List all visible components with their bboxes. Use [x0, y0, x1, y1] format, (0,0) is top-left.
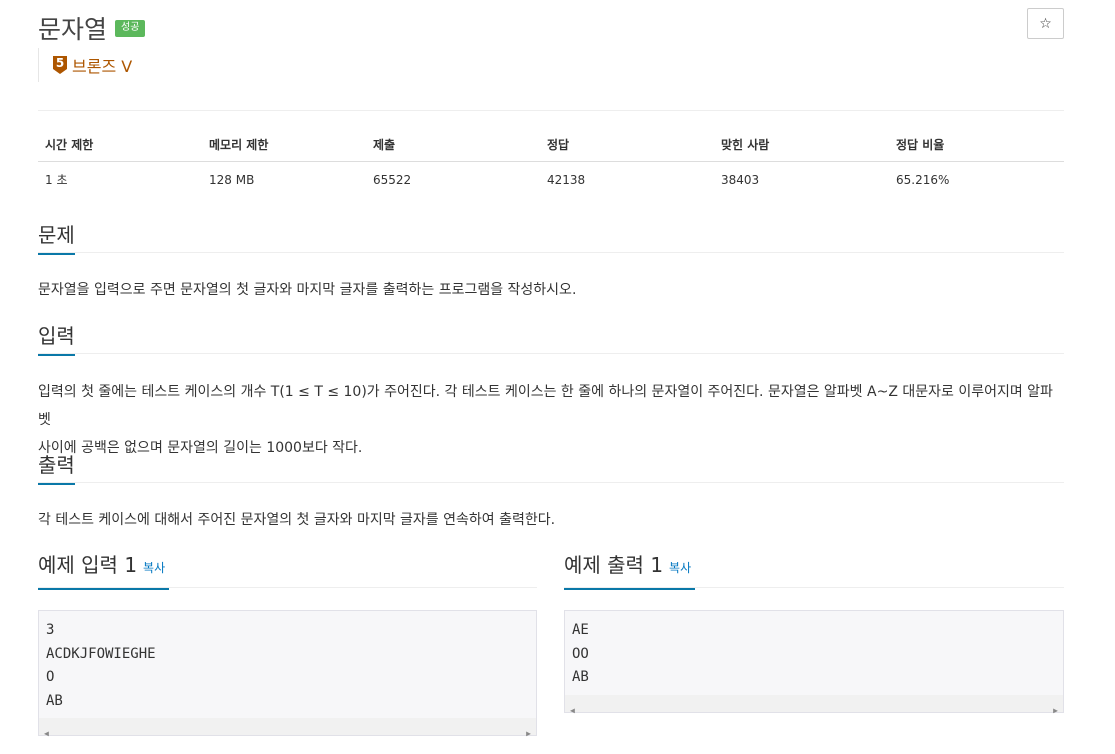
value-memory-limit: 128 MB	[209, 172, 255, 187]
tier-number: 5	[55, 56, 65, 70]
info-value-row: 1 초 128 MB 65522 42138 38403 65.216%	[38, 162, 1064, 198]
input-section-header: 입력	[38, 323, 1064, 356]
header-time-limit: 시간 제한	[38, 128, 202, 162]
sample-output-heading-wrap: 예제 출력 1 복사	[564, 553, 696, 590]
scroll-left-icon[interactable]: ◀	[570, 699, 575, 723]
code-line: AE	[572, 622, 589, 638]
tier-row[interactable]: 5 브론즈 V	[38, 48, 132, 82]
sample-output-header: 예제 출력 1 복사	[564, 552, 1064, 590]
horizontal-scrollbar[interactable]: ◀ ▶	[565, 694, 1063, 715]
problem-info-table: 시간 제한 메모리 제한 제출 정답 맞힌 사람 정답 비율 1 초 128 M…	[38, 128, 1064, 197]
sample-input-heading: 예제 입력 1	[38, 553, 138, 577]
favorite-button[interactable]: ☆	[1027, 8, 1064, 39]
value-submissions: 65522	[373, 172, 412, 187]
output-heading: 출력	[38, 453, 75, 485]
title-row: 문자열 성공	[38, 10, 146, 46]
divider	[38, 110, 1064, 111]
code-line: ACDKJFOWIEGHE	[46, 645, 156, 662]
scroll-right-icon[interactable]: ▶	[1053, 699, 1058, 723]
sample-input-header: 예제 입력 1 복사	[38, 552, 537, 590]
description-section-header: 문제	[38, 222, 1064, 255]
sample-input-panel: 예제 입력 1 복사 3 ACDKJFOWIEGHE O AB ◀ ▶	[38, 552, 537, 738]
header-memory-limit: 메모리 제한	[202, 128, 366, 162]
result-badge[interactable]: 성공	[115, 19, 146, 37]
input-text-line: 입력의 첫 줄에는 테스트 케이스의 개수 T(1 ≤ T ≤ 10)가 주어진…	[38, 384, 1053, 428]
header-solvers: 맞힌 사람	[714, 128, 889, 162]
star-icon: ☆	[1039, 15, 1052, 32]
tier-label: 브론즈 V	[72, 57, 133, 76]
header-accept-rate: 정답 비율	[889, 128, 1064, 162]
value-time-limit: 1 초	[45, 173, 68, 187]
output-section-header: 출력	[38, 452, 1064, 485]
code-line: AB	[46, 692, 63, 709]
sample-input-heading-wrap: 예제 입력 1 복사	[38, 553, 170, 590]
copy-sample-output-link[interactable]: 복사	[669, 561, 691, 575]
code-line: AB	[572, 669, 589, 685]
input-text: 입력의 첫 줄에는 테스트 케이스의 개수 T(1 ≤ T ≤ 10)가 주어진…	[38, 378, 1064, 462]
sample-input-code[interactable]: 3 ACDKJFOWIEGHE O AB ◀ ▶	[38, 610, 537, 738]
sample-output-heading: 예제 출력 1	[564, 553, 664, 577]
code-line: O	[46, 669, 55, 685]
code-line: OO	[572, 645, 589, 662]
value-accept-rate: 65.216%	[896, 172, 950, 187]
horizontal-scrollbar[interactable]: ◀ ▶	[39, 718, 536, 738]
bronze-tier-icon: 5	[52, 55, 68, 75]
value-solvers: 38403	[721, 172, 760, 187]
scroll-right-icon[interactable]: ▶	[526, 722, 531, 746]
scroll-left-icon[interactable]: ◀	[44, 722, 49, 746]
description-heading: 문제	[38, 223, 75, 255]
page-title: 문자열	[38, 15, 108, 44]
header-submissions: 제출	[366, 128, 540, 162]
sample-output-code[interactable]: AE OO AB ◀ ▶	[564, 610, 1064, 715]
copy-sample-input-link[interactable]: 복사	[143, 561, 165, 575]
description-text: 문자열을 입력으로 주면 문자열의 첫 글자와 마지막 글자를 출력하는 프로그…	[38, 282, 577, 298]
sample-output-panel: 예제 출력 1 복사 AE OO AB ◀ ▶	[564, 552, 1064, 715]
value-accepted: 42138	[547, 172, 586, 187]
output-text: 각 테스트 케이스에 대해서 주어진 문자열의 첫 글자와 마지막 글자를 연속…	[38, 512, 556, 528]
input-heading: 입력	[38, 324, 75, 356]
code-line: 3	[46, 622, 55, 638]
header-accepted: 정답	[540, 128, 714, 162]
info-header-row: 시간 제한 메모리 제한 제출 정답 맞힌 사람 정답 비율	[38, 128, 1064, 162]
